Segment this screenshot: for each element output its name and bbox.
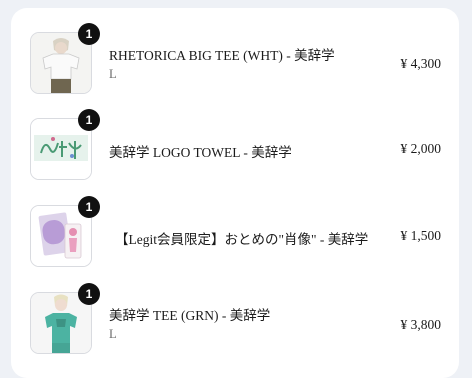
product-price: ¥ 4,300: [400, 56, 442, 71]
quantity-badge: 1: [78, 196, 100, 218]
cart-item: 1 【Legit会員限定】おとめの"肖像" - 美辞学 ¥ 1,500: [11, 196, 459, 269]
cart-item: 1 美辞学 TEE (GRN) - 美辞学 L ¥ 3,800: [11, 283, 459, 356]
cart-item: 1 RHETORICA BIG TEE (WHT) - 美辞学 L ¥ 4,30…: [11, 23, 459, 96]
product-price: ¥ 2,000: [400, 141, 442, 156]
product-price: ¥ 3,800: [400, 317, 442, 332]
product-variant: L: [109, 327, 117, 341]
product-name: 美辞学 LOGO TOWEL - 美辞学: [109, 145, 292, 160]
product-variant: L: [109, 67, 117, 81]
quantity-badge: 1: [78, 109, 100, 131]
cart-item: 1 美辞学 LOGO TOWEL - 美辞学 ¥ 2,000: [11, 109, 459, 182]
order-summary-panel: 1 RHETORICA BIG TEE (WHT) - 美辞学 L ¥ 4,30…: [11, 8, 459, 378]
product-name: RHETORICA BIG TEE (WHT) - 美辞学: [109, 48, 335, 63]
quantity-badge: 1: [78, 283, 100, 305]
quantity-badge: 1: [78, 23, 100, 45]
product-price: ¥ 1,500: [400, 228, 442, 243]
product-name: 美辞学 TEE (GRN) - 美辞学: [109, 308, 271, 323]
product-name: 【Legit会員限定】おとめの"肖像" - 美辞学: [115, 232, 369, 247]
